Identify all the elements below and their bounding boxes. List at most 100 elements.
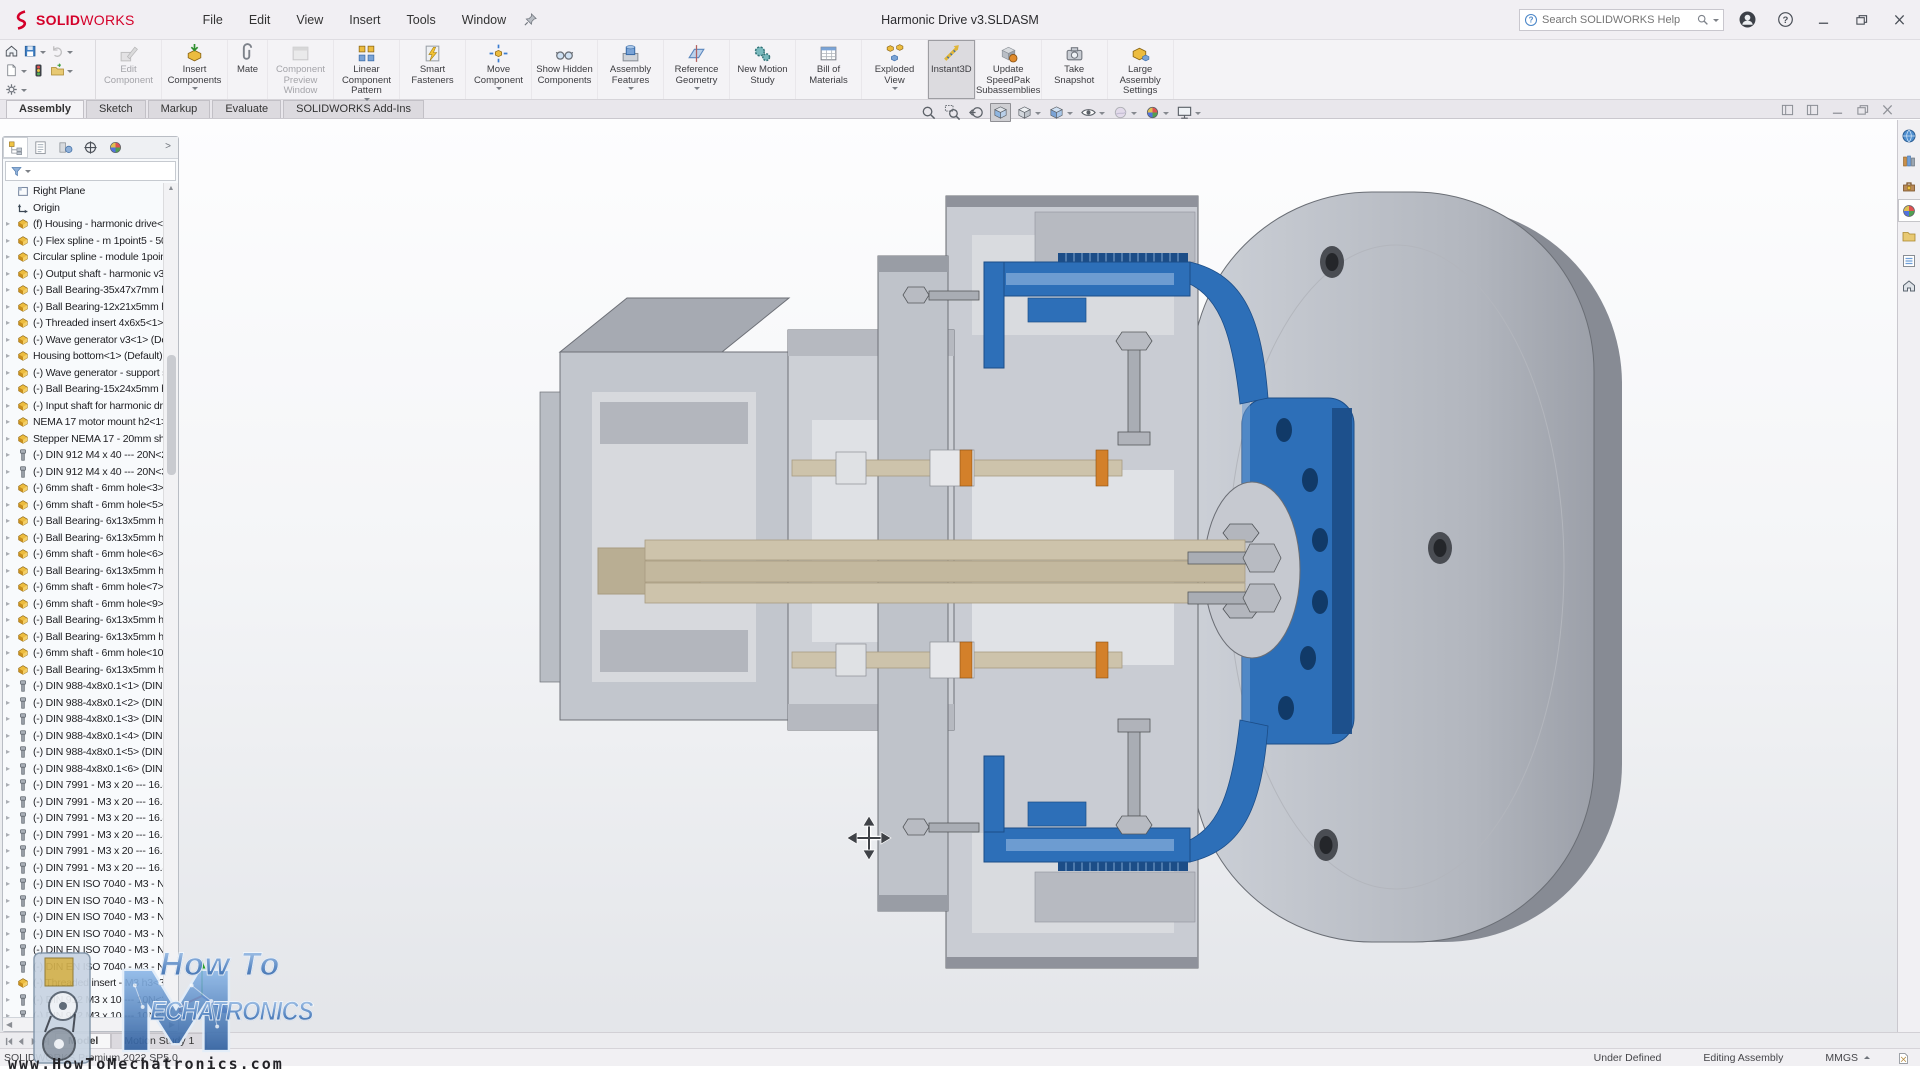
tree-item[interactable]: ▸ (f) Housing - harmonic drive<1 bbox=[3, 216, 163, 233]
expand-arrow-icon[interactable]: ▸ bbox=[6, 237, 16, 245]
command-button[interactable]: Component Preview Window bbox=[268, 40, 334, 99]
expand-arrow-icon[interactable]: ▸ bbox=[6, 484, 16, 492]
status-sheet-icon[interactable] bbox=[1897, 1052, 1910, 1065]
tree-item[interactable]: ▸ Origin bbox=[3, 200, 163, 217]
file-explorer-icon[interactable] bbox=[1899, 225, 1920, 246]
expand-arrow-icon[interactable]: ▸ bbox=[6, 517, 16, 525]
ribbon-tab[interactable]: Assembly bbox=[6, 100, 84, 118]
tree-item[interactable]: ▸ (-) Ball Bearing-35x47x7mm h2 bbox=[3, 282, 163, 299]
tree-item[interactable]: ▸ (-) DIN 7991 - M3 x 20 --- 16.8N bbox=[3, 794, 163, 811]
tree-item[interactable]: ▸ (-) Ball Bearing- 6x13x5mm h1 bbox=[3, 629, 163, 646]
tree-horizontal-scrollbar[interactable]: ◀ ▶ bbox=[3, 1017, 178, 1031]
scroll-down-icon[interactable]: ▼ bbox=[168, 1005, 175, 1017]
edit-appearance-icon[interactable] bbox=[1110, 103, 1139, 122]
expand-arrow-icon[interactable]: ▸ bbox=[6, 286, 16, 294]
tree-item[interactable]: ▸ (-) Threaded insert 4x6x5<1> ( bbox=[3, 315, 163, 332]
tree-item[interactable]: ▸ (-) Input shaft for harmonic dri bbox=[3, 398, 163, 415]
expand-arrow-icon[interactable]: ▸ bbox=[6, 732, 16, 740]
appearances-scenes-icon[interactable] bbox=[1899, 200, 1920, 221]
tree-item[interactable]: ▸ (-) 6mm shaft - 6mm hole<10 bbox=[3, 645, 163, 662]
expand-arrow-icon[interactable]: ▸ bbox=[6, 418, 16, 426]
tree-item[interactable]: ▸ (-) Ball Bearing- 6x13x5mm h1 bbox=[3, 530, 163, 547]
tree-item[interactable]: ▸ (-) DIN 988-4x8x0.1<4> (DIN 9 bbox=[3, 728, 163, 745]
menu-item[interactable]: Edit bbox=[236, 9, 284, 31]
close-button[interactable] bbox=[1884, 8, 1914, 32]
tree-item[interactable]: ▸ (-) DIN 7991 - M3 x 20 --- 16.8N bbox=[3, 827, 163, 844]
tree-item[interactable]: ▸ Stepper NEMA 17 - 20mm sha bbox=[3, 431, 163, 448]
apply-scene-icon[interactable] bbox=[1142, 103, 1171, 122]
last-tab-icon[interactable] bbox=[41, 1037, 50, 1046]
expand-arrow-icon[interactable]: ▸ bbox=[6, 220, 16, 228]
expand-arrow-icon[interactable]: ▸ bbox=[6, 303, 16, 311]
expand-arrow-icon[interactable]: ▸ bbox=[6, 996, 16, 1004]
tree-item[interactable]: ▸ (-) DIN EN ISO 7040 - M3 - N<2 bbox=[3, 876, 163, 893]
account-button[interactable] bbox=[1732, 8, 1762, 32]
expand-arrow-icon[interactable]: ▸ bbox=[6, 319, 16, 327]
tree-item[interactable]: ▸ (-) Wave generator v3<1> (Def bbox=[3, 332, 163, 349]
menu-item[interactable]: View bbox=[283, 9, 336, 31]
expand-arrow-icon[interactable]: ▸ bbox=[6, 352, 16, 360]
home-icon[interactable] bbox=[2, 42, 21, 61]
menu-item[interactable]: Tools bbox=[394, 9, 449, 31]
expand-arrow-icon[interactable]: ▸ bbox=[6, 831, 16, 839]
tree-item[interactable]: ▸ (-) DIN 988-4x8x0.1<5> (DIN 9 bbox=[3, 744, 163, 761]
model-stepper-motor[interactable] bbox=[540, 298, 789, 720]
tree-item[interactable]: ▸ (-) DIN 912 M4 x 40 --- 20N<3 bbox=[3, 464, 163, 481]
tree-item[interactable]: ▸ (-) 6mm shaft - 6mm hole<9> bbox=[3, 596, 163, 613]
previous-tab-icon[interactable] bbox=[17, 1037, 26, 1046]
zoom-to-area-icon[interactable] bbox=[942, 103, 963, 122]
tree-item[interactable]: ▸ (-) DIN 7991 - M3 x 20 --- 16.8N bbox=[3, 777, 163, 794]
search-input[interactable] bbox=[1542, 14, 1692, 26]
tree-item[interactable]: ▸ (-) DIN EN ISO 7040 - M3 - N<4 bbox=[3, 909, 163, 926]
minimize-button[interactable] bbox=[1808, 8, 1838, 32]
expand-arrow-icon[interactable]: ▸ bbox=[6, 550, 16, 558]
command-button[interactable]: New Motion Study bbox=[730, 40, 796, 99]
command-button[interactable]: Exploded View bbox=[862, 40, 928, 99]
model-viewport[interactable] bbox=[0, 119, 1920, 1032]
restore-button[interactable] bbox=[1846, 8, 1876, 32]
expand-arrow-icon[interactable]: ▸ bbox=[6, 715, 16, 723]
save-icon[interactable] bbox=[21, 42, 48, 61]
displaymanager-tab[interactable] bbox=[103, 137, 128, 158]
expand-arrow-icon[interactable]: ▸ bbox=[6, 930, 16, 938]
tree-item[interactable]: ▸ (-) 6mm shaft - 6mm hole<3> bbox=[3, 480, 163, 497]
tree-item[interactable]: ▸ (-) Flex spline - m 1point5 - 50 bbox=[3, 233, 163, 250]
expand-arrow-icon[interactable]: ▸ bbox=[6, 699, 16, 707]
expand-arrow-icon[interactable]: ▸ bbox=[6, 600, 16, 608]
expand-arrow-icon[interactable]: ▸ bbox=[6, 963, 16, 971]
command-button[interactable]: Instant3D bbox=[928, 40, 976, 99]
tree-item[interactable]: ▸ (-) Ball Bearing-15x24x5mm h1 bbox=[3, 381, 163, 398]
expand-arrow-icon[interactable]: ▸ bbox=[6, 847, 16, 855]
tree-item[interactable]: ▸ (-) DIN 988-4x8x0.1<3> (DIN 9 bbox=[3, 711, 163, 728]
expand-arrow-icon[interactable]: ▸ bbox=[6, 649, 16, 657]
search-icon[interactable] bbox=[1696, 13, 1709, 26]
command-button[interactable]: Large Assembly Settings bbox=[1108, 40, 1174, 99]
open-icon[interactable] bbox=[48, 61, 75, 80]
command-button[interactable]: Insert Components bbox=[162, 40, 228, 99]
next-tab-icon[interactable] bbox=[29, 1037, 38, 1046]
command-button[interactable]: Smart Fasteners bbox=[400, 40, 466, 99]
expand-arrow-icon[interactable]: ▸ bbox=[6, 864, 16, 872]
command-button[interactable]: Bill of Materials bbox=[796, 40, 862, 99]
hide-show-items-icon[interactable] bbox=[1078, 103, 1107, 122]
tree-item[interactable]: ▸ (-) DIN 7991 - M3 x 20 --- 16.8N bbox=[3, 860, 163, 877]
expand-arrow-icon[interactable]: ▸ bbox=[6, 435, 16, 443]
tree-item[interactable]: ▸ (-) DIN 988-4x8x0.1<2> (DIN 9 bbox=[3, 695, 163, 712]
tree-item[interactable]: ▸ (-) DIN 912 M3 x 10 --- 10N<3 bbox=[3, 1008, 163, 1017]
expand-arrow-icon[interactable]: ▸ bbox=[6, 979, 16, 987]
options-gear-icon[interactable] bbox=[2, 80, 29, 99]
dimxpertmanager-tab[interactable] bbox=[78, 137, 103, 158]
menu-item[interactable]: Window bbox=[449, 9, 519, 31]
undo-icon[interactable] bbox=[48, 42, 75, 61]
scroll-left-icon[interactable]: ◀ bbox=[6, 1020, 12, 1029]
command-button[interactable]: Show Hidden Components bbox=[532, 40, 598, 99]
tree-item[interactable]: ▸ (-) 6mm shaft - 6mm hole<7> bbox=[3, 579, 163, 596]
doc-restore-button[interactable] bbox=[1856, 104, 1869, 116]
view-orientation-icon[interactable] bbox=[1014, 103, 1043, 122]
ribbon-tab[interactable]: SOLIDWORKS Add-Ins bbox=[283, 100, 424, 118]
command-button[interactable]: Move Component bbox=[466, 40, 532, 99]
new-document-icon[interactable] bbox=[2, 61, 29, 80]
tree-item[interactable]: ▸ (-) DIN 912 M3 x 10 --- 10N<2 bbox=[3, 992, 163, 1009]
featuremanager-tab[interactable] bbox=[3, 137, 28, 158]
expand-arrow-icon[interactable]: ▸ bbox=[6, 567, 16, 575]
